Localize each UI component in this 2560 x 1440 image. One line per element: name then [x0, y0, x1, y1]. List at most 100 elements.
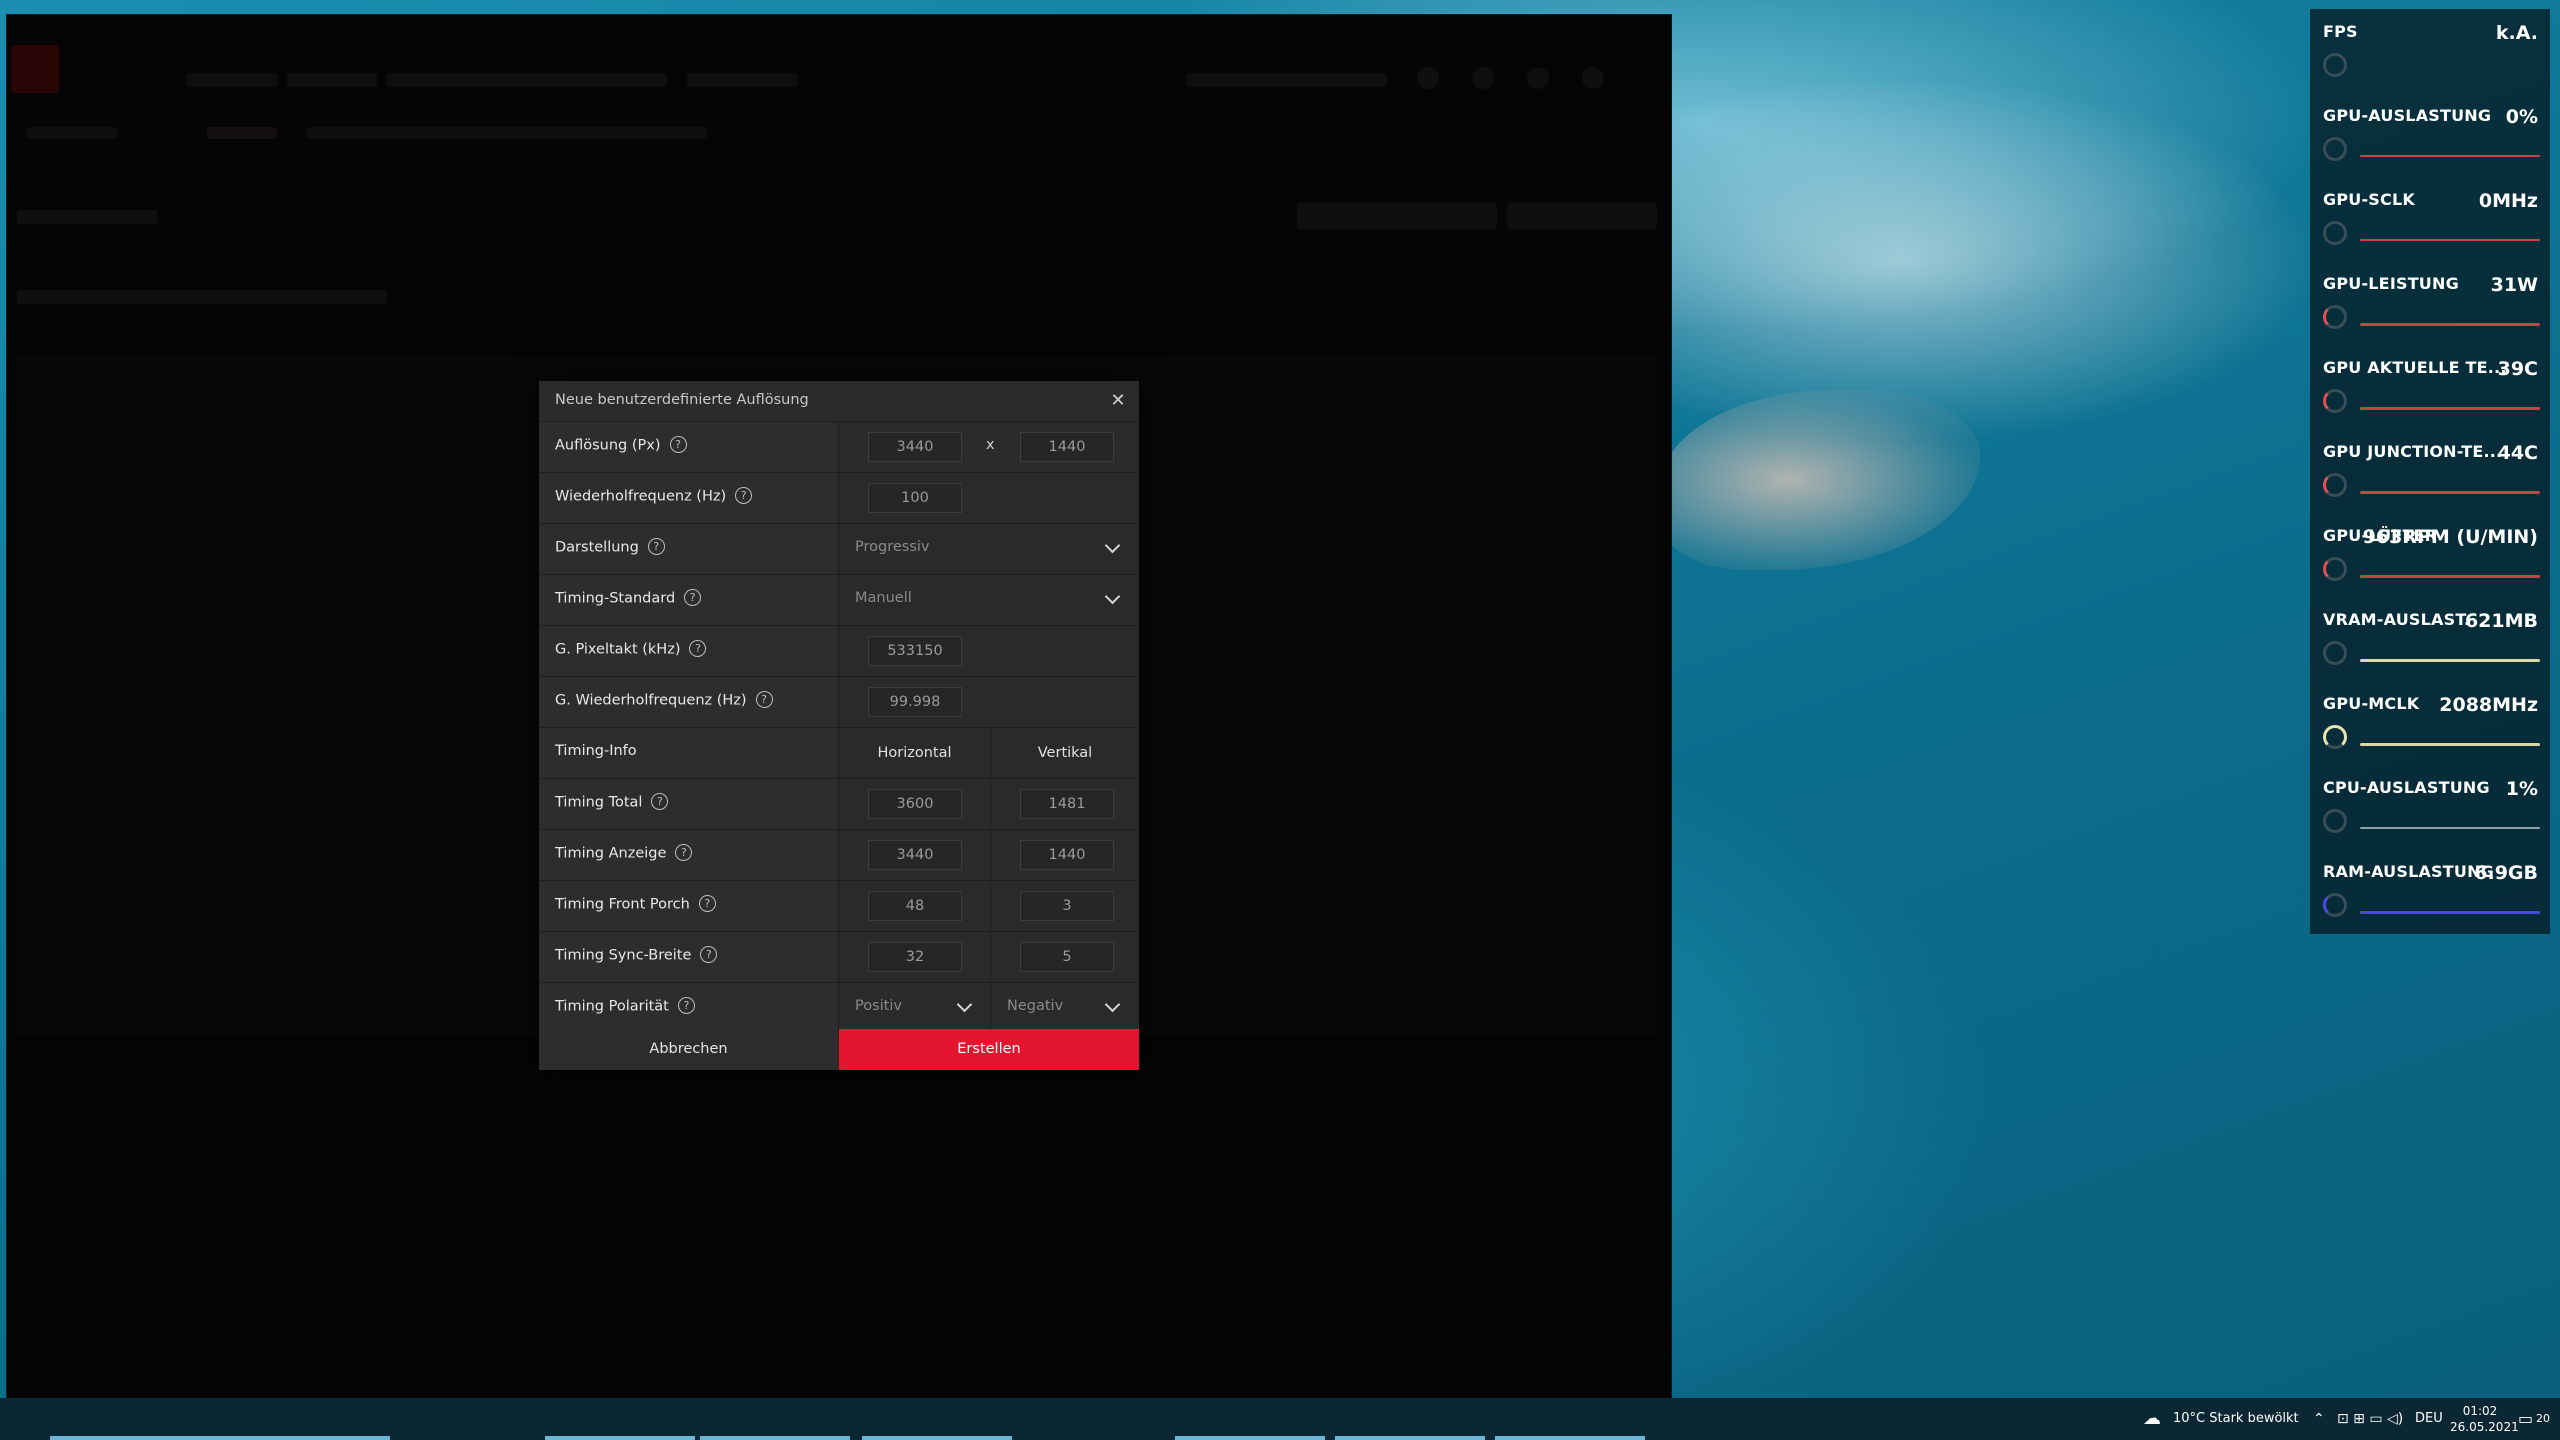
row-effective-refresh: G. Wiederholfrequenz (Hz)? 99.998 — [539, 677, 1139, 728]
dropdown — [1507, 203, 1657, 229]
help-icon[interactable]: ? — [684, 589, 702, 606]
metric-gpu-power: GPU-LEISTUNG 31W — [2310, 261, 2550, 345]
weather-text[interactable]: 10°C Stark bewölkt — [2173, 1398, 2299, 1440]
polarity-v-select[interactable]: Negativ — [991, 983, 1139, 1033]
timing-total-h-input[interactable]: 3600 — [868, 789, 962, 819]
metric-label: GPU-AUSLASTUNG — [2323, 106, 2492, 125]
front-porch-v-input[interactable]: 3 — [1020, 891, 1114, 921]
timing-display-h-input[interactable]: 3440 — [868, 840, 962, 870]
vertical-column-header: Vertikal — [1037, 745, 1093, 761]
weather-icon[interactable]: ☁ — [2143, 1398, 2161, 1440]
metric-label: GPU JUNCTION-TE... — [2323, 442, 2503, 461]
pixel-clock-field: 533150 — [868, 636, 962, 666]
taskbar-app-indicator — [1175, 1436, 1325, 1440]
header-icon — [1472, 67, 1494, 89]
taskbar-app-indicator — [1495, 1436, 1645, 1440]
chevron-up-icon[interactable]: ⌃ — [2313, 1398, 2325, 1440]
front-porch-h-input[interactable]: 48 — [868, 891, 962, 921]
metric-fps: FPS k.A. — [2310, 9, 2550, 93]
row-timing-sync-width: Timing Sync-Breite? 32 5 — [539, 932, 1139, 983]
metric-value: 0% — [2505, 106, 2538, 128]
timing-standard-select[interactable]: Manuell — [839, 575, 1139, 625]
taskbar-app-indicator — [50, 1436, 390, 1440]
metric-ram-usage: RAM-AUSLASTUNG 6.9GB — [2310, 849, 2550, 933]
sync-width-v-input[interactable]: 5 — [1020, 942, 1114, 972]
dialog-header: Neue benutzerdefinierte Auflösung ✕ — [539, 381, 1139, 422]
metric-value: 0MHz — [2478, 190, 2538, 212]
metric-sparkline — [2360, 407, 2540, 410]
column-divider — [990, 932, 991, 982]
performance-overlay: FPS k.A. GPU-AUSLASTUNG 0% GPU-SCLK 0MHz… — [2310, 9, 2550, 934]
custom-resolution-dialog: Neue benutzerdefinierte Auflösung ✕ Aufl… — [539, 381, 1139, 1070]
help-icon[interactable]: ? — [651, 793, 669, 810]
cancel-button[interactable]: Abbrechen — [539, 1029, 838, 1070]
horizontal-column-header: Horizontal — [877, 745, 952, 761]
row-resolution: Auflösung (Px)? 3440 x 1440 — [539, 422, 1139, 473]
help-icon[interactable]: ? — [689, 640, 707, 657]
gauge-icon — [2323, 557, 2347, 581]
resolution-width-input[interactable]: 3440 — [868, 432, 962, 462]
help-icon[interactable]: ? — [700, 946, 718, 963]
sync-width-h-input[interactable]: 32 — [868, 942, 962, 972]
metric-gpu-fan: GPU-LÜFTER 963RPM (U/MIN) — [2310, 513, 2550, 597]
scan-type-select[interactable]: Progressiv — [839, 524, 1139, 574]
timing-standard-value: Manuell — [855, 590, 912, 606]
gauge-icon — [2323, 221, 2347, 245]
resolution-separator: x — [986, 437, 995, 453]
section-subtitle — [17, 290, 387, 304]
row-timing-front-porch: Timing Front Porch? 48 3 — [539, 881, 1139, 932]
metric-sparkline — [2360, 239, 2540, 241]
gauge-icon — [2323, 389, 2347, 413]
help-icon[interactable]: ? — [735, 487, 753, 504]
help-icon[interactable]: ? — [677, 997, 695, 1014]
polarity-v-value: Negativ — [1007, 998, 1064, 1014]
timing-display-v-input[interactable]: 1440 — [1020, 840, 1114, 870]
chevron-down-icon — [956, 996, 973, 1013]
metric-sparkline — [2360, 743, 2540, 746]
timing-total-v-input[interactable]: 1481 — [1020, 789, 1114, 819]
chevron-down-icon — [1104, 996, 1121, 1013]
dropdown — [1297, 203, 1497, 229]
effective-refresh-label: G. Wiederholfrequenz (Hz)? — [555, 691, 773, 709]
section-heading — [17, 210, 157, 224]
create-button[interactable]: Erstellen — [839, 1029, 1139, 1070]
close-icon[interactable]: ✕ — [1107, 390, 1129, 412]
language-indicator[interactable]: DEU — [2415, 1398, 2443, 1440]
polarity-h-select[interactable]: Positiv — [839, 983, 990, 1033]
header-icon — [1527, 67, 1549, 89]
effective-refresh-field: 99.998 — [868, 687, 962, 717]
gauge-icon — [2323, 53, 2347, 77]
metric-gpu-sclk: GPU-SCLK 0MHz — [2310, 177, 2550, 261]
help-icon[interactable]: ? — [698, 895, 716, 912]
clock[interactable]: 01:02 26.05.2021 — [2450, 1403, 2519, 1435]
scan-type-value: Progressiv — [855, 539, 930, 555]
resolution-height-input[interactable]: 1440 — [1020, 432, 1114, 462]
metric-label: GPU-SCLK — [2323, 190, 2415, 209]
metric-value: 2088MHz — [2439, 694, 2538, 716]
timing-total-label: Timing Total? — [555, 793, 669, 811]
scan-type-label: Darstellung? — [555, 538, 665, 556]
metric-sparkline — [2360, 491, 2540, 494]
metric-cpu-utilization: CPU-AUSLASTUNG 1% — [2310, 765, 2550, 849]
nav-item — [287, 73, 377, 87]
settings-icon — [1582, 67, 1604, 89]
taskbar: ☁ 10°C Stark bewölkt ⌃ ⊡ ⊞ ▭ ◁) DEU 01:0… — [0, 1398, 2560, 1440]
app-logo — [11, 45, 59, 93]
search-box — [1187, 73, 1387, 87]
metric-sparkline — [2360, 155, 2540, 157]
refresh-rate-input[interactable]: 100 — [868, 483, 962, 513]
help-icon[interactable]: ? — [647, 538, 665, 555]
row-pixel-clock: G. Pixeltakt (kHz)? 533150 — [539, 626, 1139, 677]
notification-icon[interactable]: ▭ — [2518, 1398, 2533, 1440]
help-icon[interactable]: ? — [755, 691, 773, 708]
metric-sparkline — [2360, 575, 2540, 578]
gauge-icon — [2323, 641, 2347, 665]
gauge-icon — [2323, 893, 2347, 917]
tray-icons[interactable]: ⊡ ⊞ ▭ ◁) — [2337, 1398, 2403, 1440]
help-icon[interactable]: ? — [669, 436, 687, 453]
metric-label: GPU-LEISTUNG — [2323, 274, 2459, 293]
row-timing-standard: Timing-Standard? Manuell — [539, 575, 1139, 626]
help-icon[interactable]: ? — [675, 844, 693, 861]
timing-sync-width-label: Timing Sync-Breite? — [555, 946, 718, 964]
metric-gpu-utilization: GPU-AUSLASTUNG 0% — [2310, 93, 2550, 177]
